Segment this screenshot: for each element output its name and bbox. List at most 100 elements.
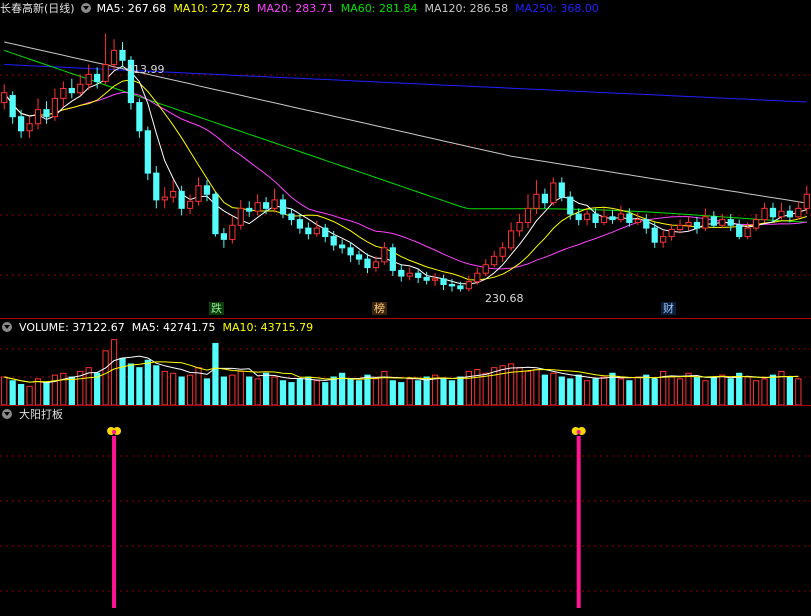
volume-bar [271,376,278,405]
candle-body [617,213,625,221]
volume-bar [448,380,456,405]
candle-body [254,202,261,212]
collapse-icon[interactable] [2,409,12,419]
candle-body [43,109,50,118]
ma10-line [3,79,807,281]
volume-bar [94,372,101,405]
price-pane[interactable]: 长春高新(日线) MA5: 267.68 MA10: 272.78 MA20: 28… [0,0,811,318]
candlestick-chart[interactable] [0,0,811,318]
volume-bar [744,376,751,405]
legend-item: MA20: 283.71 [257,1,334,15]
candle-body [170,190,177,198]
volume-bar [136,367,143,405]
candle-body [575,213,582,221]
volume-bar [60,372,67,405]
volume-bar [381,370,388,405]
candle-body [119,49,126,61]
collapse-icon[interactable] [2,322,12,332]
candle-body [381,247,388,263]
ma60-line [4,49,807,223]
volume-bar [609,372,616,405]
volume-bar [406,378,413,405]
volume-bar [541,374,549,405]
candle-body [203,185,211,195]
candle-body [406,272,413,277]
volume-bar [246,376,253,405]
candle-body [736,224,743,238]
candle-body [710,216,717,226]
candle-body [786,210,793,218]
indicator-chart[interactable] [0,406,811,616]
candle-body [34,109,42,125]
candle-body [68,88,75,94]
ma20-line [3,91,807,270]
volume-pane[interactable]: VOLUME: 37122.67 MA5: 42741.75 MA10: 43715… [0,319,811,405]
volume-bar [567,378,574,405]
candle-body [474,272,481,283]
candle-body [676,224,684,231]
volume-bar [423,376,430,405]
price-legend: 长春高新(日线) MA5: 267.68 MA10: 272.78 MA20: 28… [0,0,606,16]
candle-body [693,221,701,229]
candle-body [229,224,236,240]
volume-bar [736,372,743,405]
volume-bar [710,376,717,405]
candle-body [457,285,464,290]
volume-bar [584,380,591,405]
volume-legend: VOLUME: 37122.67 MA5: 42741.75 MA10: 43715… [0,319,320,335]
volume-bar [668,376,675,405]
candle-body [136,102,143,132]
indicator-legend: 大阳打板 [0,406,70,422]
volume-bar [51,374,59,405]
volume-bar [372,378,380,405]
candle-body [60,88,67,99]
ma-legend-items: MA5: 267.68 MA10: 272.78 MA20: 283.71 MA60:… [97,2,606,15]
candle-body [94,73,101,82]
volume-bar [482,372,489,405]
candle-body [288,213,295,221]
volume-bar [524,370,532,405]
volume-bar [43,382,50,405]
indicator-title: 大阳打板 [19,408,63,421]
legend-item: VOLUME: 37122.67 [19,320,125,334]
candle-body [372,261,380,269]
candle-body [51,97,59,118]
volume-bar [296,378,304,405]
candle-body [271,199,278,209]
volume-bar [229,374,236,405]
volume-bar [719,374,726,405]
candle-body [533,193,540,209]
candle-body [161,196,168,201]
candle-body [567,196,574,215]
volume-bar [330,376,337,405]
volume-bar [795,378,802,405]
candle-body [609,216,616,221]
volume-bar [499,365,506,405]
volume-bar [34,378,42,405]
candle-body [237,207,244,226]
legend-item: MA250: 368.00 [515,1,599,15]
candle-body [178,190,185,209]
candle-body [313,227,320,235]
candle-body [448,283,456,287]
candle-body [600,216,608,223]
indicator-pane[interactable]: 大阳打板 [0,406,811,616]
stock-title: 长春高新(日线) [0,2,75,15]
candle-body [355,254,363,260]
event-tag-cai[interactable]: 财 [661,302,676,315]
event-tag-bang[interactable]: 榜 [372,302,387,315]
volume-bar [9,380,16,405]
volume-bar [651,378,658,405]
volume-bar [288,382,295,405]
volume-bar [161,370,168,405]
candle-body [347,247,354,256]
volume-bar [626,380,633,405]
candle-body [330,236,337,246]
collapse-icon[interactable] [80,3,91,13]
candle-body [660,236,667,243]
volume-bar [279,380,287,405]
candle-body [558,182,565,198]
event-tag-die[interactable]: 跌 [209,302,224,315]
signal-bar [576,436,581,608]
butterfly-icon [576,430,581,434]
